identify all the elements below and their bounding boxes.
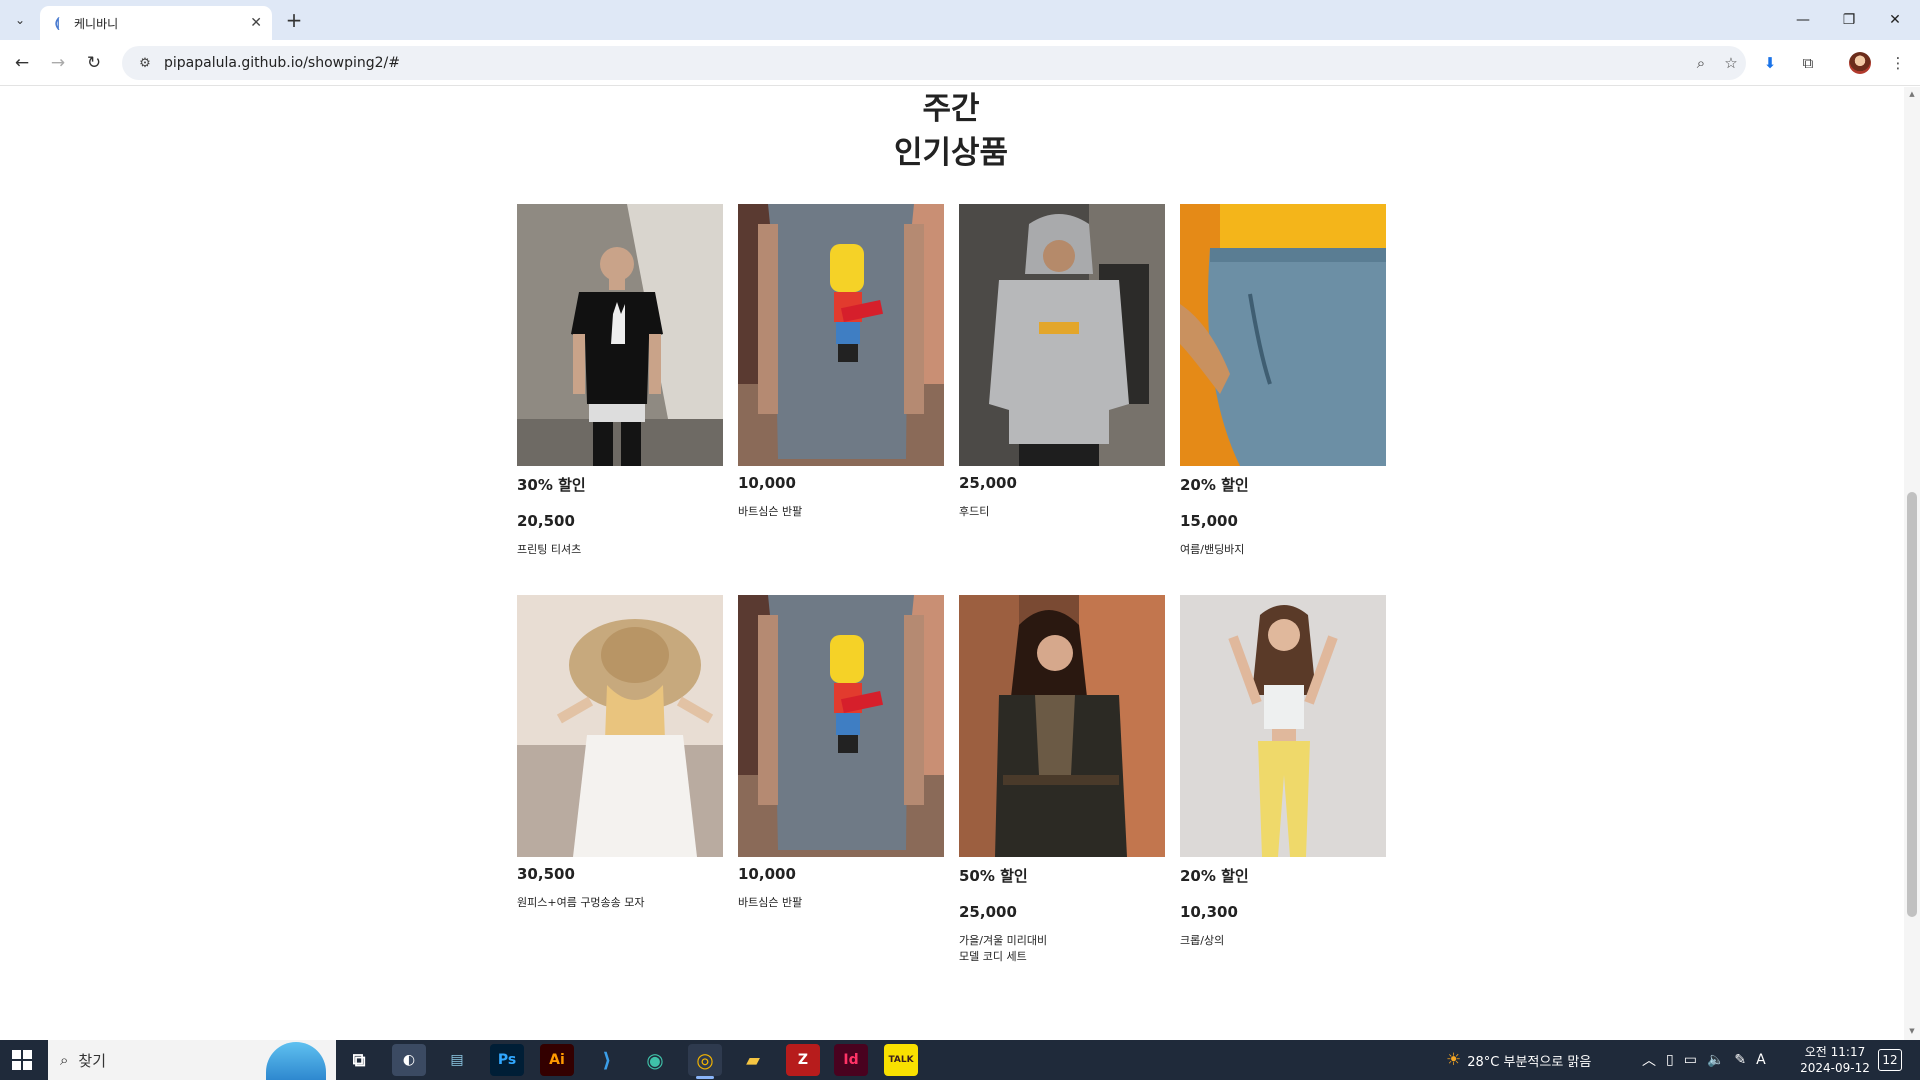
- product-card[interactable]: 10,000 바트심슨 반팔: [738, 595, 944, 911]
- search-icon: ⌕: [60, 1051, 69, 1069]
- minimize-icon[interactable]: —: [1780, 0, 1826, 40]
- scroll-up-arrow-icon[interactable]: ▲: [1907, 90, 1917, 100]
- search-highlight-image: [266, 1042, 326, 1080]
- product-discount-tag: 30% 할인: [517, 476, 586, 494]
- section-title-line2: 인기상품: [893, 135, 1009, 171]
- product-card[interactable]: 10,000 바트심슨 반팔: [738, 204, 944, 520]
- search-placeholder: 찾기: [78, 1051, 107, 1070]
- product-name[interactable]: 후드티: [959, 504, 1165, 520]
- bookmark-star-icon[interactable]: ☆: [1716, 54, 1746, 72]
- tray-device-icon[interactable]: ▯: [1666, 1052, 1674, 1068]
- photoshop-app-icon[interactable]: Ps: [490, 1044, 524, 1076]
- pen-icon[interactable]: ✎: [1734, 1052, 1746, 1068]
- browser-tab-strip: ⌄ ⟬ 케니바니 ✕ + — ❐ ✕: [0, 0, 1920, 40]
- indesign-app-icon[interactable]: Id: [834, 1044, 868, 1076]
- illustrator-app-icon[interactable]: Ai: [540, 1044, 574, 1076]
- product-card[interactable]: 20% 할인 10,300 크롭/상의: [1180, 595, 1386, 949]
- edge-app-icon[interactable]: ◉: [638, 1044, 672, 1076]
- browser-toolbar: ← → ↻ ⚙ pipapalula.github.io/showping2/#…: [0, 40, 1920, 86]
- back-arrow-icon[interactable]: ←: [10, 51, 34, 75]
- notepad-app-icon[interactable]: ▤: [440, 1044, 474, 1076]
- zoom-magnifier-icon[interactable]: ⌕: [1686, 54, 1716, 72]
- product-price: 15,000: [1180, 512, 1238, 530]
- chrome-app-icon[interactable]: ◎: [688, 1044, 722, 1079]
- product-price: 25,000: [959, 903, 1017, 921]
- product-card[interactable]: 25,000 후드티: [959, 204, 1165, 520]
- window-close-icon[interactable]: ✕: [1872, 0, 1918, 40]
- clock-time: 오전 11:17: [1804, 1045, 1866, 1059]
- windows-taskbar: ⌕ 찾기 ⧉ ◐ ▤ Ps Ai ⟩ ◉ ◎ ▰ Z Id TALK ☀ 28°…: [0, 1040, 1920, 1080]
- filezilla-app-icon[interactable]: Z: [786, 1044, 820, 1076]
- product-name[interactable]: 크롭/상의: [1180, 933, 1386, 949]
- volume-muted-icon[interactable]: 🔈: [1707, 1052, 1724, 1068]
- scroll-down-arrow-icon[interactable]: ▼: [1907, 1027, 1917, 1037]
- product-card[interactable]: 30,500 원피스+여름 구멍송송 모자: [517, 595, 723, 911]
- product-image[interactable]: [738, 204, 944, 466]
- site-favicon-icon: ⟬: [54, 15, 60, 31]
- download-icon[interactable]: ⬇: [1758, 51, 1782, 75]
- windows-start-icon[interactable]: [12, 1050, 32, 1070]
- product-name[interactable]: 원피스+여름 구멍송송 모자: [517, 895, 723, 911]
- product-name[interactable]: 바트심슨 반팔: [738, 504, 944, 520]
- page-scrollbar[interactable]: ▲ ▼: [1904, 87, 1920, 1040]
- profile-avatar[interactable]: [1848, 51, 1872, 75]
- reload-icon[interactable]: ↻: [82, 51, 106, 75]
- product-card[interactable]: 50% 할인 25,000 가을/겨울 미리대비 모델 코디 세트: [959, 595, 1165, 965]
- restore-icon[interactable]: ❐: [1826, 0, 1872, 40]
- taskbar-search-box[interactable]: ⌕ 찾기: [48, 1040, 336, 1080]
- weather-widget[interactable]: ☀ 28°C 부분적으로 맑음: [1446, 1040, 1591, 1080]
- product-image[interactable]: [1180, 595, 1386, 857]
- product-discount-tag: 20% 할인: [1180, 476, 1249, 494]
- tray-chevron-up-icon[interactable]: ︿: [1642, 1050, 1656, 1070]
- product-image[interactable]: [959, 204, 1165, 466]
- network-icon[interactable]: ▭: [1684, 1052, 1697, 1068]
- notification-center-icon[interactable]: 12: [1878, 1049, 1902, 1071]
- product-image[interactable]: [1180, 204, 1386, 466]
- product-name[interactable]: 프린팅 티셔츠: [517, 542, 723, 558]
- system-tray[interactable]: ︿ ▯ ▭ 🔈 ✎ A: [1642, 1040, 1766, 1080]
- product-image[interactable]: [959, 595, 1165, 857]
- product-price: 20,500: [517, 512, 575, 530]
- taskbar-app-icon[interactable]: ◐: [392, 1044, 426, 1076]
- new-tab-plus-icon[interactable]: +: [282, 8, 306, 32]
- taskbar-clock[interactable]: 오전 11:17 2024-09-12: [1790, 1044, 1880, 1076]
- vscode-app-icon[interactable]: ⟩: [590, 1044, 624, 1076]
- product-name[interactable]: 가을/겨울 미리대비 모델 코디 세트: [959, 933, 1165, 965]
- weather-icon: ☀: [1446, 1050, 1462, 1070]
- page-viewport: 주간 인기상품 30% 할인 20,500 프린팅 티셔츠 10,000 바트심…: [0, 87, 1920, 1040]
- menu-kebab-icon[interactable]: ⋮: [1886, 51, 1910, 75]
- product-price: 10,000: [738, 474, 796, 492]
- product-image[interactable]: [517, 595, 723, 857]
- site-settings-icon[interactable]: ⚙: [130, 56, 160, 71]
- product-name[interactable]: 바트심슨 반팔: [738, 895, 944, 911]
- product-discount-tag: 50% 할인: [959, 867, 1028, 885]
- browser-tab-active[interactable]: ⟬ 케니바니 ✕: [40, 6, 272, 40]
- scrollbar-thumb[interactable]: [1907, 492, 1917, 917]
- extensions-puzzle-icon[interactable]: ⧉: [1796, 51, 1820, 75]
- product-card[interactable]: 30% 할인 20,500 프린팅 티셔츠: [517, 204, 723, 558]
- product-discount-tag: 20% 할인: [1180, 867, 1249, 885]
- address-bar[interactable]: ⚙ pipapalula.github.io/showping2/# ⌕ ☆: [122, 46, 1746, 80]
- clock-date: 2024-09-12: [1800, 1061, 1870, 1075]
- product-price: 30,500: [517, 865, 575, 883]
- product-image[interactable]: [517, 204, 723, 466]
- weather-text: 28°C 부분적으로 맑음: [1467, 1054, 1592, 1070]
- url-text[interactable]: pipapalula.github.io/showping2/#: [164, 55, 1686, 71]
- tab-title: 케니바니: [74, 16, 119, 31]
- product-image[interactable]: [738, 595, 944, 857]
- tab-close-icon[interactable]: ✕: [250, 15, 262, 31]
- kakaotalk-app-icon[interactable]: TALK: [884, 1044, 918, 1076]
- product-price: 10,300: [1180, 903, 1238, 921]
- forward-arrow-icon[interactable]: →: [46, 51, 70, 75]
- product-card[interactable]: 20% 할인 15,000 여름/밴딩바지: [1180, 204, 1386, 558]
- task-view-icon[interactable]: ⧉: [342, 1044, 376, 1076]
- section-title-line1: 주간: [922, 91, 980, 127]
- tab-list-chevron-icon[interactable]: ⌄: [8, 8, 32, 32]
- file-explorer-icon[interactable]: ▰: [736, 1044, 770, 1076]
- product-price: 10,000: [738, 865, 796, 883]
- ime-indicator[interactable]: A: [1756, 1052, 1766, 1068]
- product-price: 25,000: [959, 474, 1017, 492]
- product-name[interactable]: 여름/밴딩바지: [1180, 542, 1386, 558]
